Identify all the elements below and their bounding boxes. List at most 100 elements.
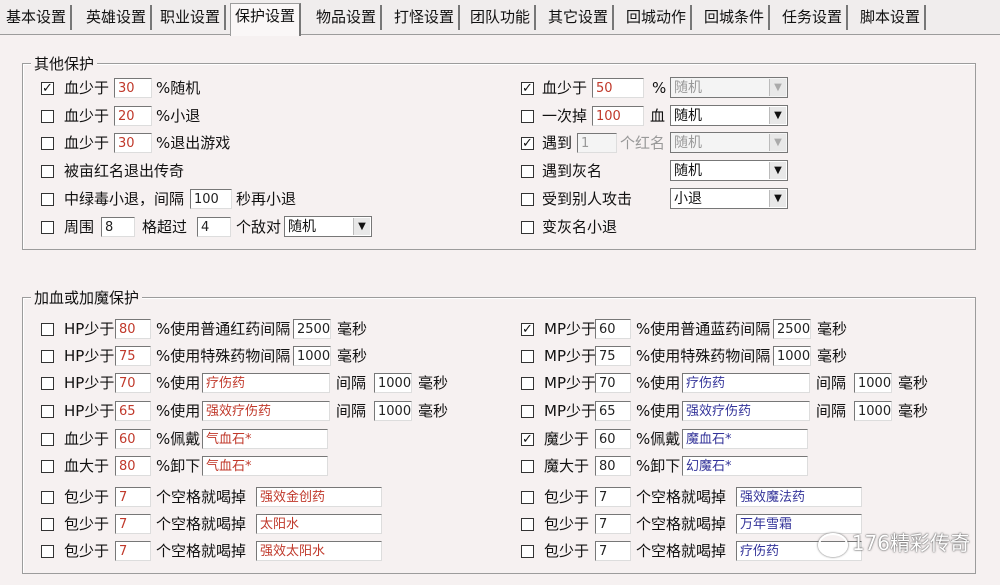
tab-script[interactable]: 脚本设置: [856, 5, 927, 30]
input-hp-random[interactable]: 30: [114, 78, 152, 98]
checkbox-attacked[interactable]: [521, 193, 534, 206]
left-row-6-checkbox[interactable]: [41, 491, 54, 504]
left-row-2-checkbox[interactable]: [41, 377, 54, 390]
tab-basic[interactable]: 基本设置: [2, 5, 73, 30]
right-row-2-checkbox[interactable]: [521, 377, 534, 390]
select-one-drop-action[interactable]: 随机 ▼: [670, 105, 788, 126]
left-row-4-item-input[interactable]: 气血石*: [202, 429, 328, 449]
tab-team[interactable]: 团队功能: [466, 5, 537, 30]
tab-other[interactable]: 其它设置: [544, 5, 615, 30]
checkbox-meet-gray[interactable]: [521, 165, 534, 178]
left-row-3-item-input[interactable]: 强效疗伤药: [202, 401, 330, 421]
label-poison-logout: 中绿毒小退，间隔: [64, 190, 185, 208]
select-hp-percent-action[interactable]: 随机 ▼: [670, 77, 788, 98]
input-surround-range[interactable]: 8: [101, 217, 135, 237]
left-row-0-value-input[interactable]: 80: [115, 319, 151, 339]
select-meet-red-action[interactable]: 随机 ▼: [670, 132, 788, 153]
left-row-2-value-input[interactable]: 70: [115, 373, 151, 393]
input-surround-count[interactable]: 4: [197, 217, 231, 237]
tab-class[interactable]: 职业设置: [156, 5, 227, 30]
left-row-5-checkbox[interactable]: [41, 460, 54, 473]
left-row-0-checkbox[interactable]: [41, 323, 54, 336]
right-row-1-value-input[interactable]: 75: [595, 346, 631, 366]
right-row-8-checkbox[interactable]: [521, 545, 534, 558]
tab-hero[interactable]: 英雄设置: [82, 5, 153, 30]
input-hp-percent[interactable]: 50: [592, 78, 644, 98]
right-row-0-value-input[interactable]: 60: [595, 319, 631, 339]
tab-protect[interactable]: 保护设置: [230, 3, 302, 36]
left-row-5-value-input[interactable]: 80: [115, 456, 151, 476]
tab-items[interactable]: 物品设置: [312, 5, 383, 30]
checkbox-red-name-exit[interactable]: [41, 165, 54, 178]
right-row-4-item-input[interactable]: 魔血石*: [682, 429, 808, 449]
right-row-6-value-input[interactable]: 7: [595, 487, 631, 507]
left-row-4-label: 血少于: [64, 430, 110, 448]
tab-return-condition[interactable]: 回城条件: [700, 5, 771, 30]
left-row-0-interval-input[interactable]: 2500: [293, 319, 331, 339]
select-surround-action-value: 随机: [288, 219, 316, 235]
left-row-8-value-input[interactable]: 7: [115, 541, 151, 561]
tab-combat[interactable]: 打怪设置: [390, 5, 461, 30]
right-row-4-checkbox[interactable]: ✓: [521, 433, 534, 446]
right-row-1-interval-input[interactable]: 1000: [773, 346, 811, 366]
input-one-drop[interactable]: 100: [592, 106, 644, 126]
left-row-2-item-input[interactable]: 疗伤药: [202, 373, 330, 393]
checkbox-hp-percent[interactable]: ✓: [521, 82, 534, 95]
left-row-3-value-input[interactable]: 65: [115, 401, 151, 421]
left-row-4-checkbox[interactable]: [41, 433, 54, 446]
left-row-6-value-input[interactable]: 7: [115, 487, 151, 507]
right-row-7-value-input[interactable]: 7: [595, 514, 631, 534]
right-row-5-value-input[interactable]: 80: [595, 456, 631, 476]
right-row-2-value-input[interactable]: 70: [595, 373, 631, 393]
right-row-8-value-input[interactable]: 7: [595, 541, 631, 561]
right-row-2-item-input[interactable]: 疗伤药: [682, 373, 810, 393]
left-row-1-value-input[interactable]: 75: [115, 346, 151, 366]
left-row-1-interval-input[interactable]: 1000: [293, 346, 331, 366]
input-hp-logout[interactable]: 20: [114, 106, 152, 126]
left-row-8-checkbox[interactable]: [41, 545, 54, 558]
left-row-5-item-input[interactable]: 气血石*: [202, 456, 328, 476]
tab-quest[interactable]: 任务设置: [778, 5, 849, 30]
right-row-0-interval-input[interactable]: 2500: [773, 319, 811, 339]
left-row-7-value-input[interactable]: 7: [115, 514, 151, 534]
input-hp-exit[interactable]: 30: [114, 133, 152, 153]
left-row-2-interval-input[interactable]: 1000: [374, 373, 412, 393]
checkbox-hp-exit[interactable]: [41, 137, 54, 150]
left-row-4-value-input[interactable]: 60: [115, 429, 151, 449]
right-row-3-interval-input[interactable]: 1000: [854, 401, 892, 421]
left-row-3-checkbox[interactable]: [41, 405, 54, 418]
left-row-7-checkbox[interactable]: [41, 518, 54, 531]
left-row-6-item-input[interactable]: 强效金创药: [256, 487, 382, 507]
left-row-3-interval-input[interactable]: 1000: [374, 401, 412, 421]
select-surround-action[interactable]: 随机 ▼: [284, 216, 372, 237]
checkbox-one-drop[interactable]: [521, 110, 534, 123]
checkbox-poison-logout[interactable]: [41, 193, 54, 206]
checkbox-hp-random[interactable]: ✓: [41, 82, 54, 95]
checkbox-become-gray[interactable]: [521, 221, 534, 234]
right-row-3-checkbox[interactable]: [521, 405, 534, 418]
select-meet-gray-action[interactable]: 随机 ▼: [670, 160, 788, 181]
checkbox-surround-enemy[interactable]: [41, 221, 54, 234]
right-row-5-checkbox[interactable]: [521, 460, 534, 473]
left-row-5-label: 血大于: [64, 457, 110, 475]
right-row-2-interval-input[interactable]: 1000: [854, 373, 892, 393]
wechat-icon: [817, 532, 848, 557]
select-attacked-action[interactable]: 小退 ▼: [670, 188, 788, 209]
right-row-4-value-input[interactable]: 60: [595, 429, 631, 449]
input-poison-interval[interactable]: 100: [190, 189, 232, 209]
right-row-6-item-input[interactable]: 强效魔法药: [736, 487, 862, 507]
right-row-1-checkbox[interactable]: [521, 350, 534, 363]
right-row-5-item-input[interactable]: 幻魔石*: [682, 456, 808, 476]
tab-return-action[interactable]: 回城动作: [622, 5, 693, 30]
left-row-1-checkbox[interactable]: [41, 350, 54, 363]
right-row-7-checkbox[interactable]: [521, 518, 534, 531]
right-row-6-checkbox[interactable]: [521, 491, 534, 504]
right-row-3-item-input[interactable]: 强效疗伤药: [682, 401, 810, 421]
input-meet-red[interactable]: 1: [577, 133, 617, 153]
right-row-3-value-input[interactable]: 65: [595, 401, 631, 421]
right-row-0-checkbox[interactable]: ✓: [521, 323, 534, 336]
left-row-8-item-input[interactable]: 强效太阳水: [256, 541, 382, 561]
left-row-7-item-input[interactable]: 太阳水: [256, 514, 382, 534]
checkbox-hp-logout[interactable]: [41, 110, 54, 123]
checkbox-meet-red[interactable]: ✓: [521, 137, 534, 150]
